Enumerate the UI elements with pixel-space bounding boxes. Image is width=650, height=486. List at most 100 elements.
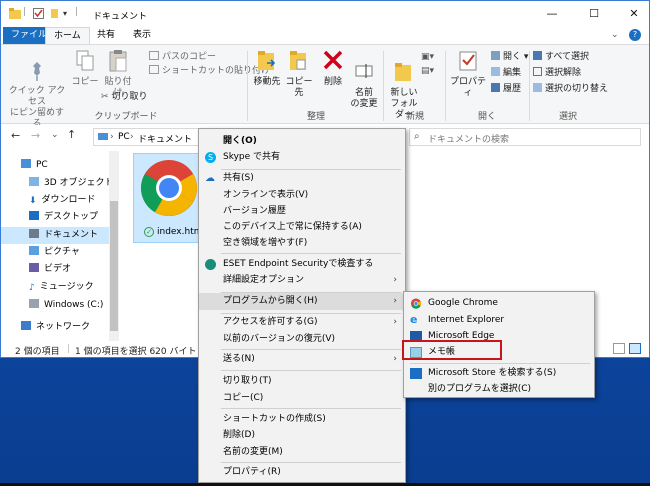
details-view-icon[interactable] (613, 343, 625, 354)
menu-item-open[interactable]: 開く(O) (199, 133, 405, 150)
nav-item-pictures[interactable]: ピクチャ (29, 244, 80, 261)
menu-item-rename[interactable]: 名前の変更(M) (199, 444, 405, 461)
nav-scrollbar-thumb[interactable] (110, 201, 118, 331)
move-to-button[interactable]: 移動先 (251, 49, 283, 88)
rename-icon (355, 64, 373, 78)
menu-item-version-history[interactable]: バージョン履歴 (199, 203, 405, 220)
ribbon-divider (445, 51, 446, 121)
window-title: ドキュメント (93, 12, 148, 22)
select-all-button[interactable]: すべて選択 (533, 51, 589, 63)
invert-selection-icon (533, 83, 542, 92)
move-to-icon (258, 51, 276, 70)
edit-icon (491, 67, 500, 76)
nav-item-desktop[interactable]: デスクトップ (29, 209, 98, 226)
submenu-item-store[interactable]: Microsoft Store を検索する(S) (404, 365, 594, 382)
title-bar: | ▾ | ドキュメント — ☐ ✕ (1, 1, 649, 27)
nav-item-music[interactable]: ♪ ミュージック (29, 279, 94, 296)
select-none-button[interactable]: 選択解除 (533, 67, 581, 79)
menu-item-give-access[interactable]: アクセスを許可する(G) › (199, 314, 405, 331)
menu-item-properties[interactable]: プロパティ(R) (199, 464, 405, 481)
file-item-index-html[interactable]: ✓ index.html (133, 153, 205, 243)
tab-share[interactable]: 共有 (89, 27, 123, 44)
invert-selection-button[interactable]: 選択の切り替え (533, 83, 608, 95)
breadcrumb-documents[interactable]: ドキュメント (138, 132, 192, 145)
new-item-icon[interactable]: ▣▾ (421, 51, 434, 63)
up-arrow-icon[interactable]: ↑ (67, 128, 76, 141)
help-icon[interactable]: ? (629, 29, 641, 41)
tab-view[interactable]: 表示 (125, 27, 159, 44)
internet-explorer-icon: e (410, 313, 418, 326)
cloud-icon: ☁ (205, 173, 215, 184)
document-icon (29, 229, 39, 238)
menu-item-always-keep[interactable]: このデバイス上で常に保持する(A) (199, 219, 405, 236)
new-folder-icon (395, 63, 411, 81)
properties-button[interactable]: プロパティ (447, 49, 489, 99)
menu-item-open-with[interactable]: プログラムから開く(H) › (199, 293, 405, 310)
nav-item-network[interactable]: ネットワーク (21, 319, 90, 336)
submenu-item-chrome[interactable]: Google Chrome (404, 295, 594, 312)
properties-icon (459, 51, 477, 71)
recent-locations-icon[interactable]: ⌄ (51, 130, 59, 140)
menu-item-free-space[interactable]: 空き領域を増やす(F) (199, 235, 405, 252)
eset-icon (205, 259, 216, 270)
menu-item-send-to[interactable]: 送る(N) › (199, 351, 405, 368)
status-item-count: 2 個の項目 (15, 347, 60, 357)
tab-home[interactable]: ホーム (45, 27, 90, 44)
menu-divider (221, 370, 401, 371)
paste-icon (109, 50, 127, 72)
ribbon-collapse-icon[interactable]: ⌄ (611, 30, 619, 40)
nav-item-3d-objects[interactable]: 3D オブジェクト (29, 175, 114, 192)
drive-icon (29, 299, 39, 308)
menu-item-delete[interactable]: 削除(D) (199, 427, 405, 444)
menu-item-share[interactable]: ☁ 共有(S) (199, 170, 405, 187)
search-input[interactable]: ドキュメントの検索 (428, 132, 509, 145)
cut-button[interactable]: ✂ 切り取り (101, 91, 148, 103)
copy-button[interactable]: コピー (71, 49, 99, 88)
paste-shortcut-icon (149, 65, 159, 74)
store-icon (410, 368, 422, 379)
menu-item-copy[interactable]: コピー(C) (199, 390, 405, 407)
forward-arrow-icon[interactable]: → (31, 129, 40, 142)
open-icon (491, 51, 500, 60)
nav-item-downloads[interactable]: ⬇ ダウンロード (29, 192, 96, 209)
breadcrumb-pc[interactable]: PC (118, 132, 130, 142)
menu-item-skype[interactable]: S Skype で共有 (199, 149, 405, 166)
menu-item-create-shortcut[interactable]: ショートカットの作成(S) (199, 411, 405, 428)
search-box[interactable]: ⌕ ドキュメントの検索 (409, 128, 641, 146)
menu-item-eset[interactable]: ESET Endpoint Securityで検査する (199, 256, 405, 273)
edit-button[interactable]: 編集 (491, 67, 521, 79)
new-folder-quick-icon[interactable] (49, 8, 60, 19)
delete-button[interactable]: 削除 (319, 49, 347, 88)
history-icon (491, 83, 500, 92)
close-button[interactable]: ✕ (619, 5, 649, 23)
group-label-open: 開く (477, 112, 496, 122)
nav-item-windows-c[interactable]: Windows (C:) (29, 297, 103, 314)
submenu-item-ie[interactable]: e Internet Explorer (404, 312, 594, 329)
chrome-icon (141, 160, 197, 216)
submenu-item-choose-other[interactable]: 別のプログラムを選択(C) (404, 381, 594, 398)
copy-to-button[interactable]: コピー先 (283, 49, 315, 99)
maximize-button[interactable]: ☐ (579, 5, 609, 23)
nav-item-pc[interactable]: PC (21, 157, 48, 174)
easy-access-icon[interactable]: ▤▾ (421, 65, 434, 77)
context-menu: 開く(O) S Skype で共有 ☁ 共有(S) オンラインで表示(V) バージョ… (198, 128, 406, 483)
menu-item-cut[interactable]: 切り取り(T) (199, 373, 405, 390)
download-arrow-icon: ⬇ (29, 196, 37, 206)
quick-access-dropdown-icon[interactable]: ▾ (63, 9, 67, 18)
nav-item-documents[interactable]: ドキュメント (29, 227, 98, 244)
menu-divider (221, 349, 401, 350)
menu-item-restore-versions[interactable]: 以前のバージョンの復元(V) (199, 331, 405, 348)
menu-item-view-online[interactable]: オンラインで表示(V) (199, 187, 405, 204)
minimize-button[interactable]: — (537, 5, 567, 23)
menu-item-advanced[interactable]: 詳細設定オプション › (199, 272, 405, 289)
large-icons-view-icon[interactable] (629, 343, 641, 354)
properties-check-icon[interactable] (33, 8, 44, 19)
group-label-select: 選択 (558, 112, 577, 122)
nav-item-videos[interactable]: ビデオ (29, 261, 71, 278)
submenu-arrow-icon: › (393, 354, 397, 364)
open-button[interactable]: 開く ▾ (491, 51, 528, 63)
back-arrow-icon[interactable]: ← (11, 129, 20, 142)
history-button[interactable]: 履歴 (491, 83, 521, 95)
group-label-clipboard: クリップボード (94, 112, 158, 122)
copy-path-button[interactable]: パスのコピー (149, 51, 216, 63)
